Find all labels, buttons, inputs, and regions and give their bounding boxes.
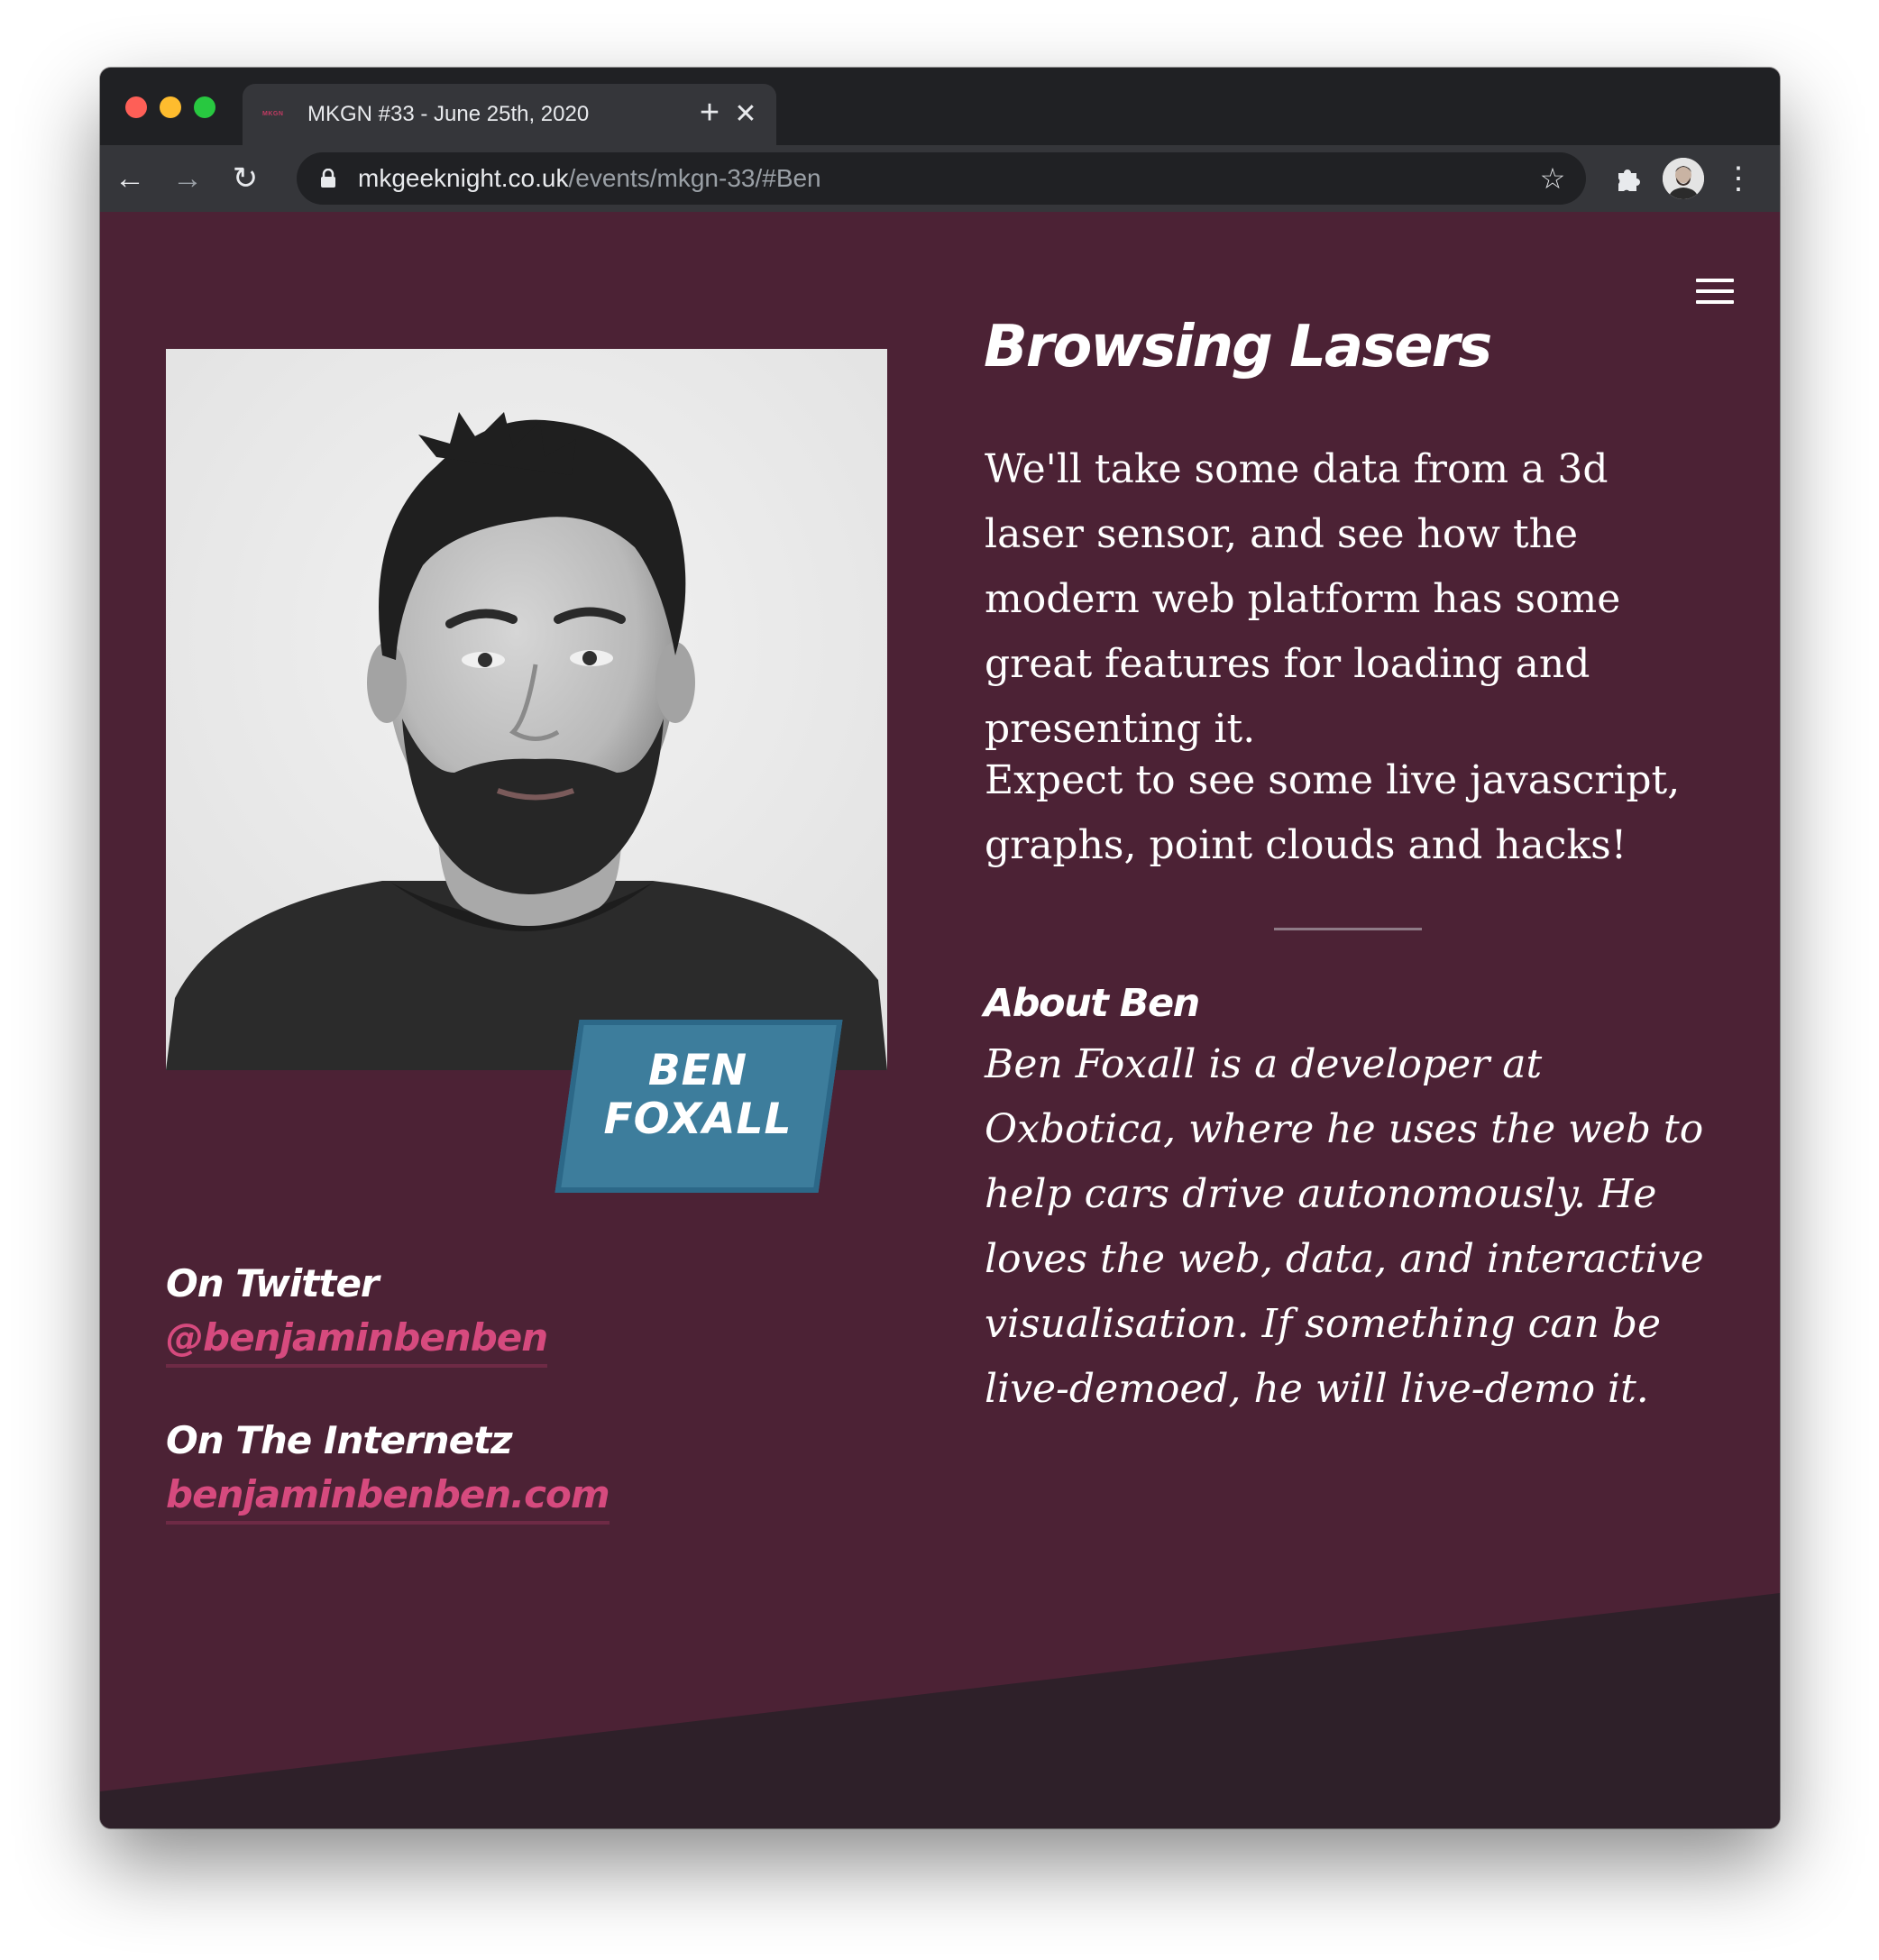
- twitter-link[interactable]: @benjaminbenben: [166, 1314, 548, 1368]
- twitter-label: On Twitter: [166, 1261, 380, 1305]
- forward-button[interactable]: →: [167, 158, 208, 199]
- url-text: mkgeeknight.co.uk/events/mkgn-33/#Ben: [358, 164, 821, 193]
- tab-strip: MKGN MKGN #33 - June 25th, 2020 ✕ +: [100, 68, 1780, 145]
- profile-avatar-image: [1663, 158, 1704, 199]
- talk-description-paragraph-1: We'll take some data from a 3d laser sen…: [985, 446, 1621, 752]
- tab-title: MKGN #33 - June 25th, 2020: [307, 102, 590, 126]
- speaker-photo: [166, 349, 887, 1070]
- hamburger-menu-icon[interactable]: [1696, 279, 1734, 309]
- back-button[interactable]: ←: [109, 158, 151, 199]
- reload-button[interactable]: ↻: [225, 158, 266, 199]
- about-text: Ben Foxall is a developer at Oxbotica, w…: [985, 1041, 1704, 1412]
- speaker-photo-image: [166, 349, 887, 1070]
- talk-title: Browsing Lasers: [984, 314, 1492, 380]
- minimize-window-button[interactable]: [160, 96, 181, 118]
- favicon-icon: MKGN: [262, 111, 284, 117]
- section-divider: [1274, 928, 1422, 930]
- browser-toolbar: ← → ↻ mkgeeknight.co.uk/events/mkgn-33/#…: [100, 145, 1780, 212]
- speaker-name: BEN FOXALL: [585, 1047, 811, 1144]
- profile-avatar[interactable]: [1663, 158, 1704, 199]
- bookmark-star-icon[interactable]: ☆: [1537, 163, 1568, 194]
- extensions-puzzle-icon[interactable]: [1613, 163, 1644, 194]
- lock-icon: [321, 169, 335, 188]
- zoom-window-button[interactable]: [194, 96, 215, 118]
- talk-description-paragraph-2: Expect to see some live javascript, grap…: [985, 757, 1681, 868]
- close-window-button[interactable]: [125, 96, 147, 118]
- speaker-last-name: FOXALL: [603, 1094, 793, 1144]
- address-bar[interactable]: mkgeeknight.co.uk/events/mkgn-33/#Ben ☆: [297, 152, 1586, 205]
- web-page: BEN FOXALL On Twitter @benjaminbenben On…: [100, 212, 1780, 1828]
- about-heading: About Ben: [984, 981, 1200, 1026]
- tab-close-icon[interactable]: ✕: [729, 98, 762, 131]
- new-tab-button[interactable]: +: [692, 95, 728, 131]
- more-menu-icon[interactable]: ⋮: [1723, 158, 1754, 199]
- website-label: On The Internetz: [166, 1418, 513, 1462]
- speaker-first-name: BEN: [647, 1046, 748, 1095]
- url-host: mkgeeknight.co.uk: [358, 164, 569, 192]
- url-path: /events/mkgn-33/#Ben: [568, 164, 821, 192]
- browser-window: MKGN MKGN #33 - June 25th, 2020 ✕ + ← → …: [100, 68, 1780, 1828]
- website-link[interactable]: benjaminbenben.com: [166, 1470, 610, 1525]
